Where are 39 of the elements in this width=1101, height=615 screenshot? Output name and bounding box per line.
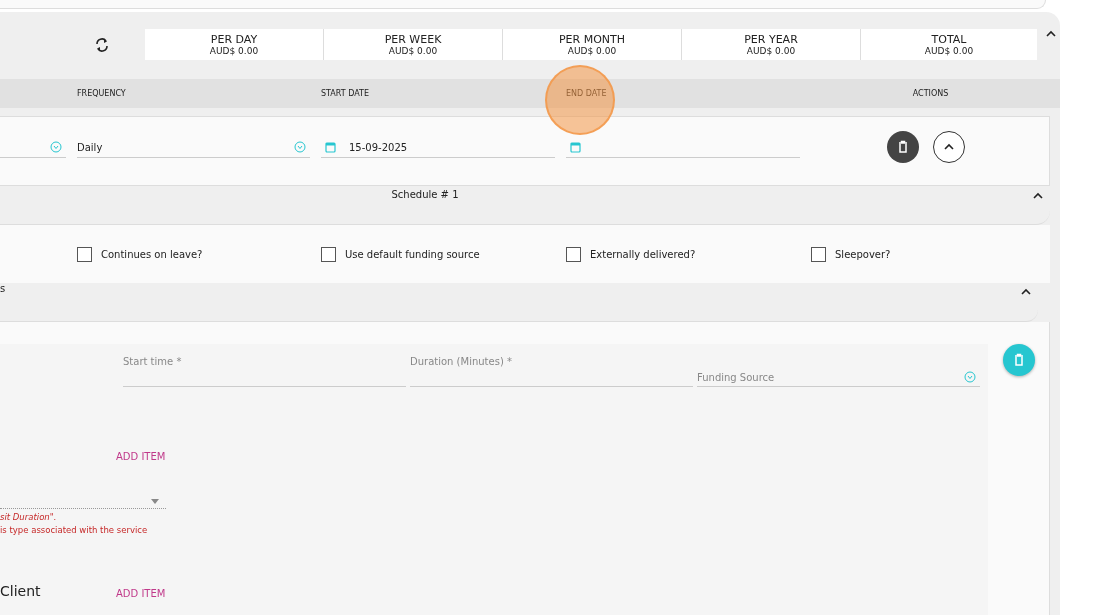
total-value: AUD$ 0.00	[566, 45, 618, 56]
caret-icon	[151, 498, 159, 504]
collapse-button[interactable]	[932, 131, 965, 163]
section-label: Client	[0, 583, 42, 599]
add-item-link[interactable]: ADD ITEM	[116, 451, 166, 462]
refresh-icon[interactable]	[94, 37, 110, 53]
section-title: Schedule # 1	[391, 189, 459, 200]
delete-button[interactable]	[886, 131, 919, 163]
checkbox[interactable]	[811, 246, 826, 262]
add-item-link[interactable]: ADD ITEM	[116, 588, 166, 599]
total-value: AUD$ 0.00	[745, 45, 797, 56]
input-field[interactable]: Start time *	[123, 356, 406, 387]
checkbox[interactable]	[566, 246, 581, 262]
total-label: PER YEAR	[743, 33, 799, 46]
checkbox-label: Use default funding source	[345, 248, 480, 260]
error-message: sit Duration".	[0, 512, 58, 522]
total-label: PER MONTH	[557, 33, 627, 46]
section-title: s	[0, 283, 6, 294]
checkbox-label: Continues on leave?	[101, 248, 203, 260]
input-field[interactable]: Daily	[77, 137, 310, 158]
column-header: START DATE	[321, 89, 371, 98]
total-label: PER DAY	[209, 33, 259, 46]
total-value: AUD$ 0.00	[208, 45, 260, 56]
input-field[interactable]: 15-09-2025	[321, 137, 555, 158]
dropdown-icon	[964, 371, 976, 383]
input-field[interactable]: Funding Source	[697, 356, 980, 387]
input-field[interactable]: Duration (Minutes) *	[410, 356, 693, 387]
column-header: ACTIONS	[911, 89, 950, 98]
column-header: END DATE	[566, 89, 608, 98]
checkbox[interactable]	[77, 246, 92, 262]
checkbox-label: Sleepover?	[835, 248, 891, 260]
total-label: PER WEEK	[383, 33, 443, 46]
checkbox-label: Externally delivered?	[590, 248, 696, 260]
checkbox[interactable]	[321, 246, 336, 262]
total-label: TOTAL	[930, 33, 968, 46]
total-value: AUD$ 0.00	[387, 45, 439, 56]
column-header: FREQUENCY	[77, 89, 127, 98]
error-message: is type associated with the service	[0, 525, 149, 535]
total-value: AUD$ 0.00	[923, 45, 975, 56]
